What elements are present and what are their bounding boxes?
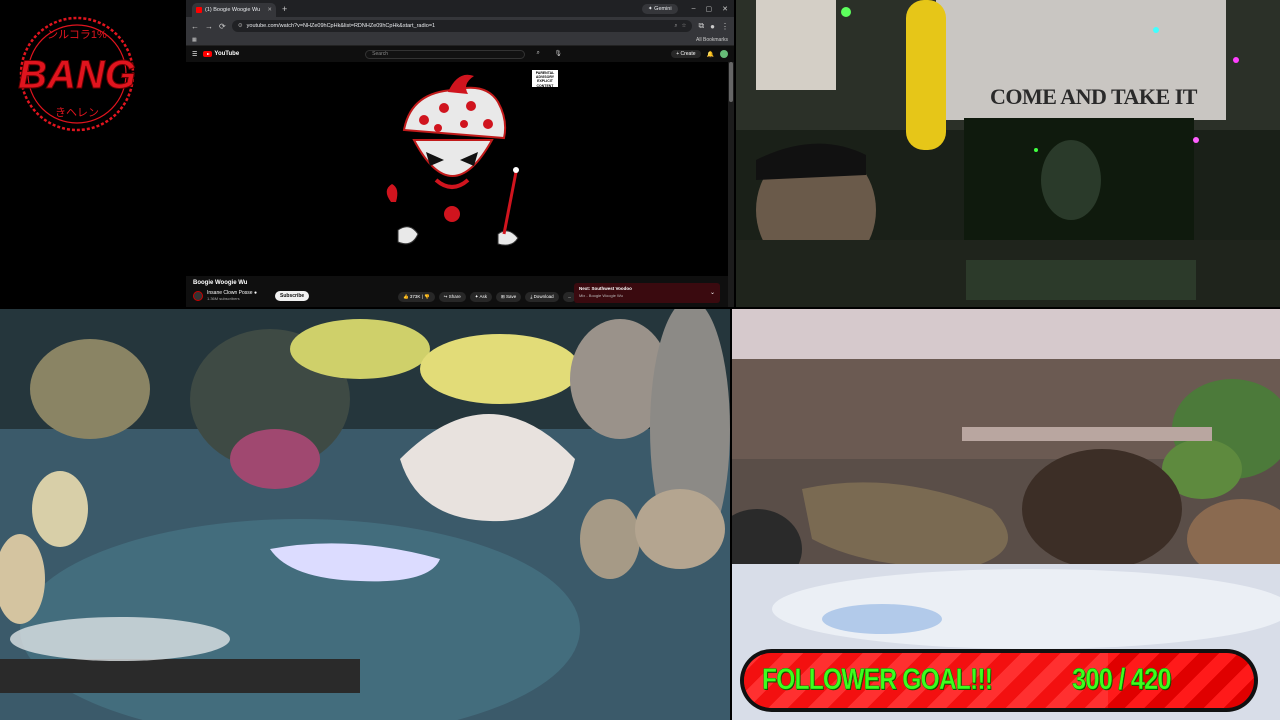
ask-button[interactable]: ✦ Ask xyxy=(469,292,493,302)
goal-progress-bar: FOLLOWER GOAL!!! 300 / 420 xyxy=(744,653,1254,708)
next-video-title: Next: Southwest Voodoo xyxy=(579,286,632,291)
subscribe-button[interactable]: Subscribe xyxy=(275,291,310,301)
ringmaster-illustration xyxy=(386,74,519,246)
share-label: Share xyxy=(448,294,461,299)
youtube-favicon-icon xyxy=(196,7,202,13)
youtube-header: ☰ YouTube Search ⌕ 🎙 + Create 🔔 xyxy=(186,46,734,62)
video-info: Boogie Woogie Wu Insane Clown Posse ● 1.… xyxy=(186,276,728,307)
microphone-icon[interactable]: 🎙 xyxy=(551,50,565,59)
toolbar: ← → ⟳ ⚙ youtube.com/watch?v=NHZe09hCpHk&… xyxy=(186,17,734,35)
aquarium-scene-left xyxy=(0,309,730,720)
like-count: 373K xyxy=(409,294,421,299)
chevron-down-icon[interactable]: ⌄ xyxy=(710,289,715,296)
webcam-feed xyxy=(736,0,1280,307)
new-tab-button[interactable]: + xyxy=(282,4,287,14)
thumbs-down-icon[interactable]: 👎 xyxy=(424,294,430,299)
video-player[interactable]: PARENTAL ADVISORY EXPLICIT CONTENT xyxy=(186,62,734,276)
zoom-icon[interactable]: ⌕ xyxy=(674,23,677,30)
hamburger-icon[interactable]: ☰ xyxy=(192,51,197,58)
close-tab-icon[interactable]: ✕ xyxy=(267,7,272,13)
youtube-logo[interactable]: YouTube xyxy=(203,51,239,57)
channel-avatar[interactable] xyxy=(193,291,203,301)
stream-layout: ンルコラ1% BANG きヘレン (1) Boogie Woogie Wu ✕ … xyxy=(0,0,1280,720)
flag-text: COME AND TAKE IT xyxy=(990,84,1197,109)
back-icon[interactable]: ← xyxy=(191,22,199,31)
video-title: Boogie Woogie Wu xyxy=(193,280,248,286)
logo-text: BANG xyxy=(18,53,136,97)
action-buttons: 👍 373K | 👎 ↪ Share ✦ Ask ⊞ Save ⤓ Downlo… xyxy=(398,292,577,302)
menu-icon[interactable]: ⋮ xyxy=(721,22,729,31)
album-art xyxy=(386,74,519,246)
download-button[interactable]: ⤓ Download xyxy=(525,292,559,302)
bookmarks-bar: ▦ All Bookmarks xyxy=(186,35,734,46)
forward-icon[interactable]: → xyxy=(205,22,213,31)
create-button[interactable]: + Create xyxy=(671,50,701,58)
follower-goal-widget: FOLLOWER GOAL!!! 300 / 420 xyxy=(740,649,1258,712)
channel-meta: Insane Clown Posse ● 1.36M subscribers xyxy=(207,290,257,302)
share-button[interactable]: ↪ Share xyxy=(438,292,466,302)
gemini-label: Gemini xyxy=(654,5,672,12)
next-up-panel[interactable]: Next: Southwest Voodoo Mix - Boogie Woog… xyxy=(574,283,720,303)
youtube-play-icon xyxy=(203,51,213,57)
ask-label: Ask xyxy=(479,294,488,299)
aquarium-cam-left xyxy=(0,309,730,720)
apps-icon[interactable]: ▦ xyxy=(192,37,197,43)
logo-bottom-text: きヘレン xyxy=(55,106,99,119)
webcam-scene xyxy=(736,0,1280,307)
save-button[interactable]: ⊞ Save xyxy=(496,292,522,302)
extensions-icon[interactable]: ⧉ xyxy=(698,21,704,31)
account-avatar[interactable] xyxy=(720,50,728,58)
browser-window: (1) Boogie Woogie Wu ✕ + ✦ Gemini – ▢ ✕ … xyxy=(186,0,734,307)
goal-label: FOLLOWER GOAL!!! xyxy=(762,663,993,697)
reload-icon[interactable]: ⟳ xyxy=(219,22,226,31)
youtube-brand: YouTube xyxy=(214,51,240,57)
thumbs-up-icon: 👍 xyxy=(403,294,409,299)
scrollbar[interactable] xyxy=(728,62,734,307)
all-bookmarks[interactable]: All Bookmarks xyxy=(696,37,728,43)
channel-row: Insane Clown Posse ● 1.36M subscribers S… xyxy=(193,290,310,302)
tab-title: (1) Boogie Woogie Wu xyxy=(205,7,261,13)
gemini-button[interactable]: ✦ Gemini xyxy=(642,3,678,14)
youtube-search-input[interactable]: Search xyxy=(365,49,526,59)
subscriber-count: 1.36M subscribers xyxy=(207,296,240,301)
bang-logo: ンルコラ1% BANG きヘレン xyxy=(18,16,136,132)
goal-count: 300 / 420 xyxy=(1072,663,1172,697)
minimize-icon[interactable]: – xyxy=(692,5,696,13)
browser-tab[interactable]: (1) Boogie Woogie Wu ✕ xyxy=(192,3,276,17)
logo-top-text: ンルコラ1% xyxy=(47,29,107,41)
scrollbar-thumb[interactable] xyxy=(729,62,733,102)
download-label: Download xyxy=(533,294,554,299)
tab-bar: (1) Boogie Woogie Wu ✕ + ✦ Gemini – ▢ ✕ xyxy=(186,0,734,17)
close-window-icon[interactable]: ✕ xyxy=(722,5,728,13)
address-url: youtube.com/watch?v=NHZe09hCpHk&list=RDN… xyxy=(246,23,436,29)
maximize-icon[interactable]: ▢ xyxy=(706,5,713,13)
address-bar[interactable]: ⚙ youtube.com/watch?v=NHZe09hCpHk&list=R… xyxy=(231,20,693,32)
site-info-icon[interactable]: ⚙ xyxy=(238,23,243,29)
like-button[interactable]: 👍 373K | 👎 xyxy=(398,292,435,302)
search-icon[interactable]: ⌕ xyxy=(531,50,545,59)
profile-icon[interactable]: ● xyxy=(710,22,715,31)
bookmark-star-icon[interactable]: ☆ xyxy=(682,23,687,29)
save-label: Save xyxy=(506,294,517,299)
window-controls: – ▢ ✕ xyxy=(692,5,728,13)
notification-bell-icon[interactable]: 🔔 xyxy=(707,51,714,58)
next-video-mix: Mix - Boogie Woogie Wu xyxy=(579,293,623,298)
